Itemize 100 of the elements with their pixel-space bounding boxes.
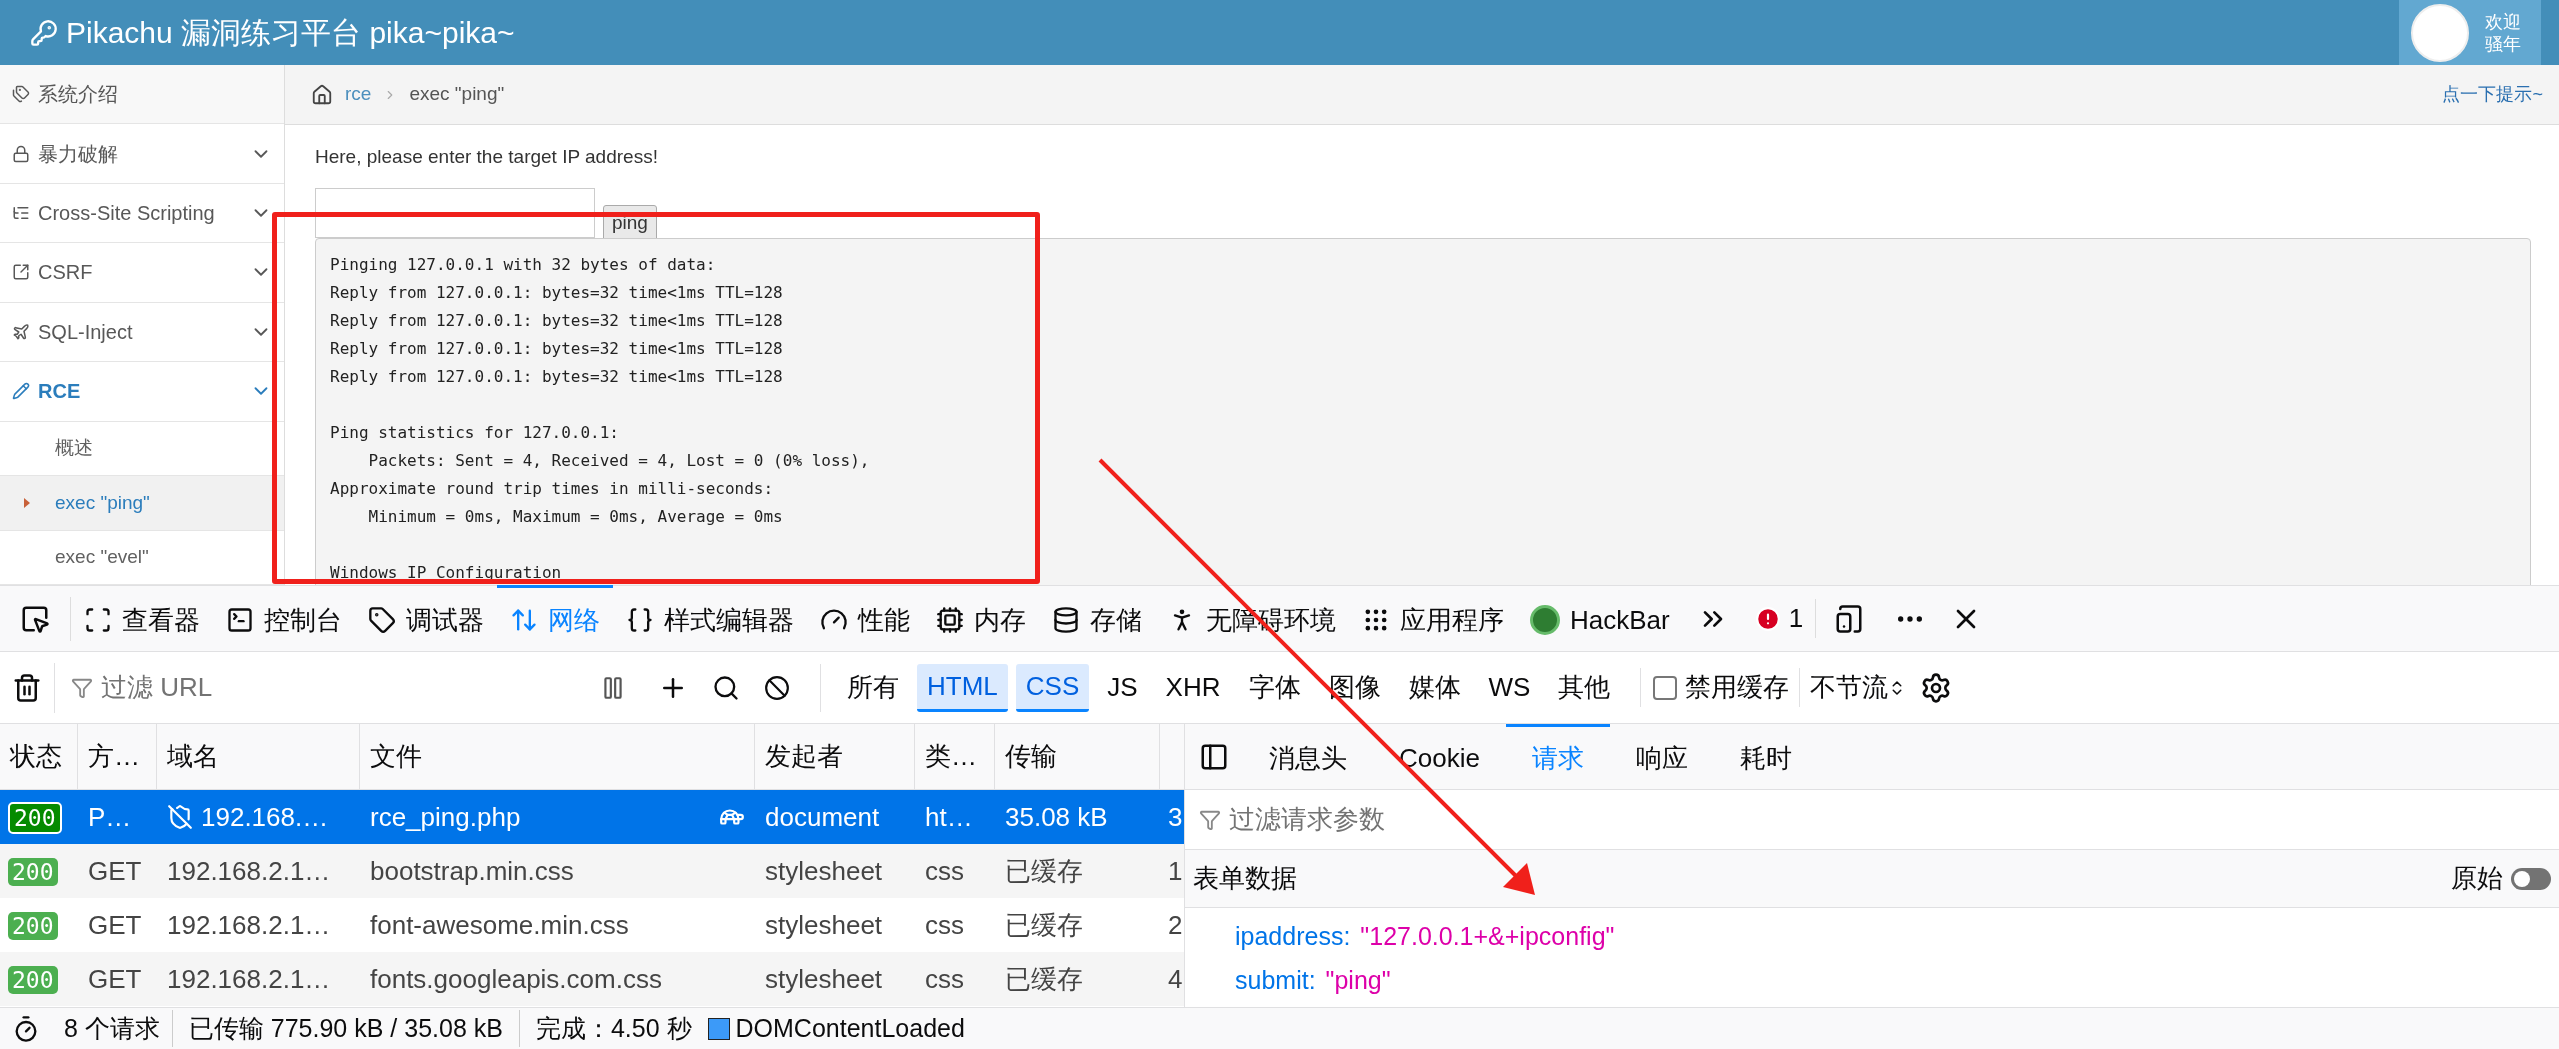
sidebar-item[interactable]: 系统介绍 bbox=[0, 65, 284, 125]
request-row[interactable]: 200 GET 192.168.2.1… bootstrap.min.css stylesheet css 已缓存 1 bbox=[0, 844, 1184, 898]
table-cell: 35.08 kB bbox=[1005, 801, 1108, 832]
table-cell: stylesheet bbox=[765, 909, 883, 940]
table-cell-text: 192.168.2.1… bbox=[167, 908, 331, 942]
status-badge: 200 bbox=[8, 911, 58, 940]
sidebar-item[interactable]: 暴力破解 bbox=[0, 124, 284, 184]
error-count[interactable]: 1 bbox=[1742, 599, 1817, 638]
filter-url-field[interactable]: 过滤 URL bbox=[54, 662, 584, 713]
finish-time: 完成：4.50 秒 bbox=[534, 1012, 693, 1044]
table-cell: stylesheet bbox=[765, 963, 883, 994]
param-value: "ping" bbox=[1325, 964, 1391, 996]
table-cell-text: bootstrap.min.css bbox=[370, 854, 575, 888]
table-cell: ht… bbox=[925, 801, 973, 832]
table-cell: 2 bbox=[1168, 909, 1183, 940]
search-icon[interactable] bbox=[712, 673, 740, 702]
table-cell: stylesheet bbox=[765, 855, 883, 886]
devtools-tab[interactable]: 应用程序 bbox=[1349, 585, 1517, 652]
type-filter-button[interactable]: 字体 bbox=[1238, 663, 1311, 712]
output-line: Approximate round trip times in milli-seconds: bbox=[330, 477, 774, 500]
submenu-item[interactable]: exec "evel" bbox=[0, 530, 284, 585]
tag-icon bbox=[368, 606, 396, 634]
checkbox[interactable] bbox=[1653, 675, 1678, 700]
request-row[interactable]: 200 P… 192.168.… rce_ping.php document ht… 35.08 kB 3 bbox=[0, 790, 1184, 844]
output-line: Ping statistics for 127.0.0.1: bbox=[330, 421, 619, 444]
type-filter-button[interactable]: JS bbox=[1097, 663, 1148, 712]
type-filter-button[interactable]: 所有 bbox=[837, 663, 909, 712]
output-line: Minimum = 0ms, Maximum = 0ms, Average = 0ms bbox=[367, 505, 783, 528]
insecure-icon bbox=[167, 804, 193, 830]
devtools-tab[interactable]: 调试器 bbox=[355, 585, 497, 652]
output-line: Packets: Sent = 4, Received = 4, Lost = 0 (0% loss), bbox=[367, 449, 870, 472]
trash-icon[interactable] bbox=[12, 672, 42, 703]
share-icon bbox=[12, 263, 30, 282]
table-cell: css bbox=[925, 855, 964, 886]
lock-icon bbox=[12, 144, 30, 163]
status-badge: 200 bbox=[8, 857, 58, 886]
devtools-tab[interactable]: 存储 bbox=[1039, 585, 1155, 652]
table-cell-text: rce_ping.php bbox=[370, 800, 522, 834]
devtools-tab[interactable]: 控制台 bbox=[213, 585, 355, 652]
output-line: Reply from 127.0.0.1: bytes=32 time<1ms TTL=128 bbox=[330, 281, 783, 304]
block-icon[interactable] bbox=[764, 674, 790, 701]
type-filter-button[interactable]: WS bbox=[1478, 663, 1541, 712]
devtools-tab[interactable]: HackBar bbox=[1517, 585, 1683, 652]
type-filter-button[interactable]: XHR bbox=[1155, 663, 1231, 712]
sidebar-item[interactable]: SQL-Inject bbox=[0, 302, 284, 363]
output-line: Reply from 127.0.0.1: bytes=32 time<1ms TTL=128 bbox=[330, 365, 783, 388]
column-header[interactable]: 方… bbox=[88, 737, 140, 776]
devtools-tab[interactable]: 性能 bbox=[807, 585, 923, 652]
table-cell-text: 192.168.2.1… bbox=[167, 962, 331, 996]
key-icon bbox=[30, 18, 58, 47]
type-filter-button[interactable]: HTML bbox=[917, 663, 1008, 712]
param-value: "127.0.0.1+&+ipconfig" bbox=[1360, 921, 1615, 952]
column-header[interactable]: 文件 bbox=[370, 737, 422, 776]
tags-icon bbox=[12, 85, 30, 104]
output-line: Pinging 127.0.0.1 with 32 bytes of data: bbox=[330, 253, 716, 276]
column-header[interactable]: 域名 bbox=[167, 737, 219, 776]
table-cell: css bbox=[925, 963, 964, 994]
table-cell: document bbox=[765, 801, 880, 832]
type-filter-button[interactable]: 其他 bbox=[1548, 663, 1621, 712]
legend-square-icon bbox=[707, 1017, 730, 1040]
submenu-item[interactable]: exec "ping" bbox=[0, 476, 284, 531]
ip-input-field[interactable] bbox=[315, 187, 595, 238]
braces-icon bbox=[626, 606, 654, 634]
table-cell: 已缓存 bbox=[1005, 909, 1083, 940]
column-header[interactable]: 发起者 bbox=[765, 737, 843, 776]
frame-icon bbox=[84, 606, 112, 634]
param-key: ipaddress: bbox=[1235, 918, 1351, 956]
status-badge: 200 bbox=[8, 965, 58, 994]
column-header[interactable]: 传输 bbox=[1005, 737, 1057, 776]
type-filter-button[interactable]: CSS bbox=[1015, 663, 1090, 712]
details-tab[interactable]: 消息头 bbox=[1243, 723, 1373, 790]
column-header[interactable]: 状态 bbox=[10, 737, 62, 776]
devtools-tab[interactable]: 查看器 bbox=[71, 585, 213, 652]
throttle-select[interactable]: 不节流 bbox=[1799, 668, 1907, 707]
table-cell: 4 bbox=[1168, 963, 1183, 994]
details-tab[interactable]: 响应 bbox=[1609, 723, 1714, 790]
table-cell: GET bbox=[88, 963, 142, 994]
request-count: 8 个请求 bbox=[52, 1009, 173, 1048]
table-cell: P… bbox=[88, 801, 132, 832]
devtools-tab[interactable]: 样式编辑器 bbox=[613, 585, 807, 652]
table-cell: GET bbox=[88, 855, 142, 886]
plane-icon bbox=[12, 322, 30, 341]
responsive-icon[interactable] bbox=[1834, 603, 1865, 634]
table-cell: 已缓存 bbox=[1005, 855, 1083, 886]
sidebar-item[interactable]: RCE bbox=[0, 362, 284, 422]
sidebar-item[interactable]: Cross-Site Scripting bbox=[0, 183, 284, 244]
hint-link[interactable]: 点一下提示~ bbox=[2442, 81, 2543, 108]
output-line: Reply from 127.0.0.1: bytes=32 time<1ms TTL=128 bbox=[330, 337, 783, 360]
site-title: Pikachu 漏洞练习平台 pika~pika~ bbox=[66, 15, 516, 51]
details-tab[interactable]: 耗时 bbox=[1713, 723, 1818, 790]
column-header[interactable]: 类… bbox=[925, 737, 977, 776]
raw-toggle[interactable] bbox=[2511, 867, 2551, 890]
devtools-tab[interactable]: 内存 bbox=[923, 585, 1039, 652]
avatar bbox=[2411, 3, 2469, 62]
toggle-label: 原始 bbox=[2451, 862, 2503, 895]
request-row[interactable]: 200 GET 192.168.2.1… fonts.googleapis.com.css stylesheet css 已缓存 4 bbox=[0, 952, 1184, 1006]
type-filter-button[interactable]: 媒体 bbox=[1398, 663, 1471, 712]
param-key: submit: bbox=[1235, 961, 1316, 999]
sidebar-item[interactable]: CSRF bbox=[0, 243, 284, 303]
terminal-icon bbox=[226, 606, 254, 634]
